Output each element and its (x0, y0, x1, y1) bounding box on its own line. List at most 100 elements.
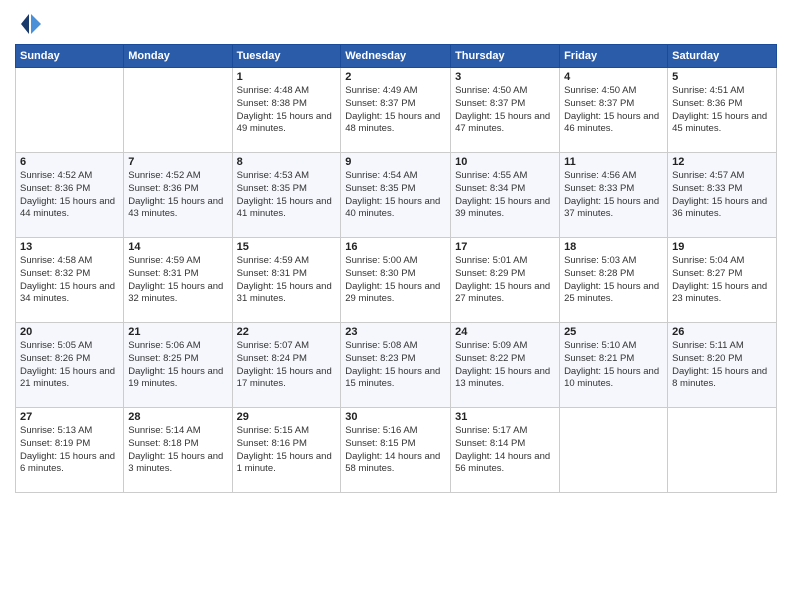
day-number: 4 (564, 71, 663, 83)
day-info: Sunrise: 4:52 AMSunset: 8:36 PMDaylight:… (20, 170, 119, 221)
day-number: 2 (345, 71, 446, 83)
day-info: Sunrise: 4:53 AMSunset: 8:35 PMDaylight:… (237, 170, 337, 221)
calendar-cell: 10 Sunrise: 4:55 AMSunset: 8:34 PMDayligh… (451, 153, 560, 238)
day-number: 8 (237, 156, 337, 168)
calendar-cell: 20 Sunrise: 5:05 AMSunset: 8:26 PMDayligh… (16, 323, 124, 408)
calendar-cell: 22Sunrise: 5:07 AMSunset: 8:24 PMDayligh… (232, 323, 341, 408)
day-info: Sunrise: 5:06 AMSunset: 8:25 PMDaylight:… (128, 340, 227, 391)
calendar-cell: 14Sunrise: 4:59 AMSunset: 8:31 PMDayligh… (124, 238, 232, 323)
weekday-header: Monday (124, 45, 232, 68)
calendar-cell: 17 Sunrise: 5:01 AMSunset: 8:29 PMDayligh… (451, 238, 560, 323)
weekday-header: Sunday (16, 45, 124, 68)
day-info: Sunrise: 4:59 AMSunset: 8:31 PMDaylight:… (128, 255, 227, 306)
calendar-cell (124, 68, 232, 153)
day-number: 19 (672, 241, 772, 253)
calendar-cell: 6 Sunrise: 4:52 AMSunset: 8:36 PMDaylight… (16, 153, 124, 238)
day-info: Sunrise: 4:48 AMSunset: 8:38 PMDaylight:… (237, 85, 337, 136)
calendar-week-row: 6 Sunrise: 4:52 AMSunset: 8:36 PMDaylight… (16, 153, 777, 238)
calendar-cell: 8 Sunrise: 4:53 AMSunset: 8:35 PMDaylight… (232, 153, 341, 238)
day-info: Sunrise: 5:04 AMSunset: 8:27 PMDaylight:… (672, 255, 772, 306)
day-number: 10 (455, 156, 555, 168)
day-info: Sunrise: 4:58 AMSunset: 8:32 PMDaylight:… (20, 255, 119, 306)
day-info: Sunrise: 5:00 AMSunset: 8:30 PMDaylight:… (345, 255, 446, 306)
weekday-header: Friday (560, 45, 668, 68)
logo (15, 10, 47, 38)
day-info: Sunrise: 4:56 AMSunset: 8:33 PMDaylight:… (564, 170, 663, 221)
day-number: 13 (20, 241, 119, 253)
calendar-cell: 5Sunrise: 4:51 AMSunset: 8:36 PMDaylight… (668, 68, 777, 153)
day-info: Sunrise: 4:51 AMSunset: 8:36 PMDaylight:… (672, 85, 772, 136)
calendar-cell: 9Sunrise: 4:54 AMSunset: 8:35 PMDaylight… (341, 153, 451, 238)
day-number: 7 (128, 156, 227, 168)
day-info: Sunrise: 5:13 AMSunset: 8:19 PMDaylight:… (20, 425, 119, 476)
day-info: Sunrise: 5:03 AMSunset: 8:28 PMDaylight:… (564, 255, 663, 306)
calendar-cell: 26 Sunrise: 5:11 AMSunset: 8:20 PMDayligh… (668, 323, 777, 408)
calendar-cell: 28 Sunrise: 5:14 AMSunset: 8:18 PMDayligh… (124, 408, 232, 493)
day-number: 25 (564, 326, 663, 338)
day-info: Sunrise: 5:15 AMSunset: 8:16 PMDaylight:… (237, 425, 337, 476)
day-number: 24 (455, 326, 555, 338)
calendar-cell: 18 Sunrise: 5:03 AMSunset: 8:28 PMDayligh… (560, 238, 668, 323)
weekday-header: Saturday (668, 45, 777, 68)
day-info: Sunrise: 4:52 AMSunset: 8:36 PMDaylight:… (128, 170, 227, 221)
day-number: 30 (345, 411, 446, 423)
calendar-cell (16, 68, 124, 153)
header (15, 10, 777, 38)
day-info: Sunrise: 5:10 AMSunset: 8:21 PMDaylight:… (564, 340, 663, 391)
day-info: Sunrise: 4:54 AMSunset: 8:35 PMDaylight:… (345, 170, 446, 221)
day-info: Sunrise: 5:08 AMSunset: 8:23 PMDaylight:… (345, 340, 446, 391)
day-number: 17 (455, 241, 555, 253)
day-info: Sunrise: 4:49 AMSunset: 8:37 PMDaylight:… (345, 85, 446, 136)
page: SundayMondayTuesdayWednesdayThursdayFrid… (0, 0, 792, 612)
day-number: 22 (237, 326, 337, 338)
day-info: Sunrise: 5:01 AMSunset: 8:29 PMDaylight:… (455, 255, 555, 306)
calendar-cell: 21 Sunrise: 5:06 AMSunset: 8:25 PMDayligh… (124, 323, 232, 408)
calendar-week-row: 1 Sunrise: 4:48 AMSunset: 8:38 PMDaylight… (16, 68, 777, 153)
calendar-cell: 11Sunrise: 4:56 AMSunset: 8:33 PMDayligh… (560, 153, 668, 238)
day-number: 12 (672, 156, 772, 168)
day-number: 15 (237, 241, 337, 253)
day-number: 28 (128, 411, 227, 423)
calendar-header-row: SundayMondayTuesdayWednesdayThursdayFrid… (16, 45, 777, 68)
calendar-cell: 23Sunrise: 5:08 AMSunset: 8:23 PMDayligh… (341, 323, 451, 408)
calendar-cell (668, 408, 777, 493)
day-number: 20 (20, 326, 119, 338)
day-number: 27 (20, 411, 119, 423)
day-number: 16 (345, 241, 446, 253)
day-info: Sunrise: 4:55 AMSunset: 8:34 PMDaylight:… (455, 170, 555, 221)
calendar-cell: 2 Sunrise: 4:49 AMSunset: 8:37 PMDaylight… (341, 68, 451, 153)
weekday-header: Tuesday (232, 45, 341, 68)
day-info: Sunrise: 5:14 AMSunset: 8:18 PMDaylight:… (128, 425, 227, 476)
calendar-table: SundayMondayTuesdayWednesdayThursdayFrid… (15, 44, 777, 493)
day-info: Sunrise: 5:17 AMSunset: 8:14 PMDaylight:… (455, 425, 555, 476)
day-info: Sunrise: 5:09 AMSunset: 8:22 PMDaylight:… (455, 340, 555, 391)
day-info: Sunrise: 4:59 AMSunset: 8:31 PMDaylight:… (237, 255, 337, 306)
day-number: 29 (237, 411, 337, 423)
calendar-cell: 30 Sunrise: 5:16 AMSunset: 8:15 PMDayligh… (341, 408, 451, 493)
calendar-cell (560, 408, 668, 493)
day-number: 1 (237, 71, 337, 83)
weekday-header: Wednesday (341, 45, 451, 68)
calendar-week-row: 13 Sunrise: 4:58 AMSunset: 8:32 PMDayligh… (16, 238, 777, 323)
calendar-cell: 16 Sunrise: 5:00 AMSunset: 8:30 PMDayligh… (341, 238, 451, 323)
day-number: 26 (672, 326, 772, 338)
calendar-cell: 27 Sunrise: 5:13 AMSunset: 8:19 PMDayligh… (16, 408, 124, 493)
logo-icon (15, 10, 43, 38)
day-info: Sunrise: 5:11 AMSunset: 8:20 PMDaylight:… (672, 340, 772, 391)
calendar-week-row: 27 Sunrise: 5:13 AMSunset: 8:19 PMDayligh… (16, 408, 777, 493)
day-info: Sunrise: 4:50 AMSunset: 8:37 PMDaylight:… (455, 85, 555, 136)
day-number: 6 (20, 156, 119, 168)
day-number: 31 (455, 411, 555, 423)
weekday-header: Thursday (451, 45, 560, 68)
calendar-cell: 24 Sunrise: 5:09 AMSunset: 8:22 PMDayligh… (451, 323, 560, 408)
calendar-cell: 31 Sunrise: 5:17 AMSunset: 8:14 PMDayligh… (451, 408, 560, 493)
calendar-cell: 7 Sunrise: 4:52 AMSunset: 8:36 PMDaylight… (124, 153, 232, 238)
calendar-cell: 3Sunrise: 4:50 AMSunset: 8:37 PMDaylight… (451, 68, 560, 153)
day-info: Sunrise: 4:50 AMSunset: 8:37 PMDaylight:… (564, 85, 663, 136)
day-info: Sunrise: 5:05 AMSunset: 8:26 PMDaylight:… (20, 340, 119, 391)
calendar-cell: 1 Sunrise: 4:48 AMSunset: 8:38 PMDaylight… (232, 68, 341, 153)
day-number: 21 (128, 326, 227, 338)
day-info: Sunrise: 5:16 AMSunset: 8:15 PMDaylight:… (345, 425, 446, 476)
day-number: 18 (564, 241, 663, 253)
calendar-cell: 15 Sunrise: 4:59 AMSunset: 8:31 PMDayligh… (232, 238, 341, 323)
